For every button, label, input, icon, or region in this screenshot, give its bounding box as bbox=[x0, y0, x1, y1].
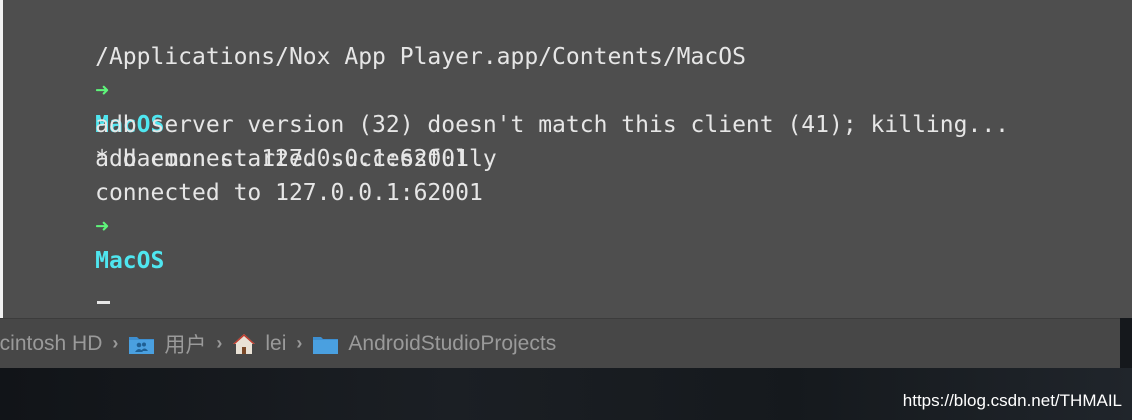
output-text: adb server version (32) doesn't match th… bbox=[95, 112, 1010, 138]
path-item-label: 用户 bbox=[164, 333, 207, 357]
path-item-lei[interactable]: lei bbox=[232, 332, 286, 356]
window-edge bbox=[0, 0, 3, 318]
path-text: /Applications/Nox App Player.app/Content… bbox=[95, 44, 746, 70]
path-item-users[interactable]: 用户 bbox=[128, 329, 206, 359]
users-folder-icon bbox=[128, 333, 155, 355]
chevron-right-icon: › bbox=[216, 333, 223, 353]
output-text: * daemon started successfully bbox=[95, 146, 497, 172]
watermark: https://blog.csdn.net/THMAIL bbox=[902, 391, 1122, 410]
path-item-macintosh-hd[interactable]: acintosh HD bbox=[0, 332, 102, 356]
prompt-arrow-icon: ➜ bbox=[95, 78, 109, 104]
home-icon bbox=[232, 333, 256, 355]
path-item-label: lei bbox=[265, 331, 287, 355]
text-cursor bbox=[97, 301, 111, 304]
page-footer: https://blog.csdn.net/THMAIL bbox=[0, 368, 1132, 420]
finder-path-bar: acintosh HD › 用户 › bbox=[0, 318, 1120, 368]
screen: /Applications/Nox App Player.app/Content… bbox=[0, 0, 1132, 420]
path-item-label: acintosh HD bbox=[0, 331, 103, 355]
path-item-label: AndroidStudioProjects bbox=[348, 331, 557, 355]
output-text: connected to 127.0.0.1:62001 bbox=[95, 180, 483, 206]
folder-icon bbox=[312, 333, 339, 355]
terminal-window[interactable]: /Applications/Nox App Player.app/Content… bbox=[0, 0, 1132, 318]
prompt-directory: MacOS bbox=[95, 248, 165, 274]
prompt-arrow-icon: ➜ bbox=[95, 214, 109, 240]
path-item-androidstudioprojects[interactable]: AndroidStudioProjects bbox=[312, 332, 556, 356]
terminal-path-line: /Applications/Nox App Player.app/Content… bbox=[12, 6, 1132, 70]
terminal-output-line: adb server version (32) doesn't match th… bbox=[12, 74, 1132, 138]
chevron-right-icon: › bbox=[112, 333, 119, 353]
chevron-right-icon: › bbox=[296, 333, 303, 353]
